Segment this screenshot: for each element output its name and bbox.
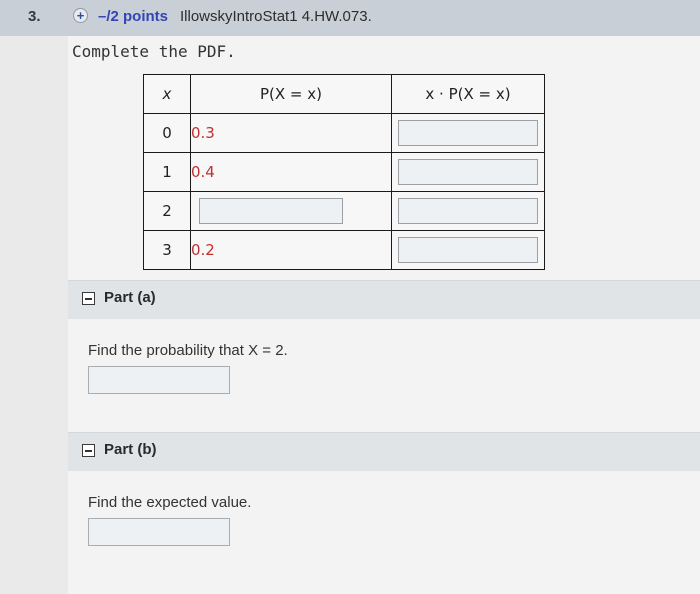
expand-plus-icon[interactable]: + [73, 8, 88, 23]
xpx-cell [391, 152, 545, 192]
probability-value: 0.4 [190, 152, 392, 192]
part-a-header[interactable]: Part (a) [68, 280, 700, 319]
xpx-input[interactable] [398, 237, 538, 263]
xpx-input[interactable] [398, 120, 538, 146]
xpx-cell [391, 230, 545, 270]
xpx-input[interactable] [398, 198, 538, 224]
xpx-cell [391, 113, 545, 153]
collapse-minus-icon[interactable] [82, 444, 95, 457]
table-header-row: x P(X = x) x · P(X = x) [143, 74, 545, 114]
probability-value: 0.2 [190, 230, 392, 270]
part-b-answer-input[interactable] [88, 518, 230, 546]
points-link[interactable]: –/2 points [98, 8, 168, 25]
table-row: 3 0.2 [143, 230, 545, 270]
xpx-cell [391, 191, 545, 231]
part-b-label: Part (b) [104, 441, 157, 458]
collapse-minus-icon[interactable] [82, 292, 95, 305]
x-value: 0 [143, 113, 191, 153]
xpx-input[interactable] [398, 159, 538, 185]
problem-code: IllowskyIntroStat1 4.HW.073. [180, 8, 372, 25]
table-row: 1 0.4 [143, 152, 545, 192]
question-body: Complete the PDF. x P(X = x) x · P(X = x… [0, 36, 700, 594]
part-a-question: Find the probability that X = 2. [88, 342, 288, 359]
question-header: 3. + –/2 points IllowskyIntroStat1 4.HW.… [0, 0, 700, 37]
part-b-header[interactable]: Part (b) [68, 432, 700, 471]
probability-value: 0.3 [190, 113, 392, 153]
header-xpx: x · P(X = x) [391, 74, 545, 114]
x-value: 1 [143, 152, 191, 192]
probability-input[interactable] [199, 198, 343, 224]
instructions: Complete the PDF. [72, 42, 236, 61]
x-value: 2 [143, 191, 191, 231]
table-row: 0 0.3 [143, 113, 545, 153]
header-x: x [143, 74, 191, 114]
probability-cell [190, 191, 392, 231]
part-a-answer-input[interactable] [88, 366, 230, 394]
x-value: 3 [143, 230, 191, 270]
header-px: P(X = x) [190, 74, 392, 114]
table-row: 2 [143, 191, 545, 231]
question-number: 3. [28, 8, 41, 25]
part-a-label: Part (a) [104, 289, 156, 306]
part-b-question: Find the expected value. [88, 494, 252, 511]
pdf-table: x P(X = x) x · P(X = x) 0 0.3 1 0.4 2 3 … [143, 74, 545, 270]
